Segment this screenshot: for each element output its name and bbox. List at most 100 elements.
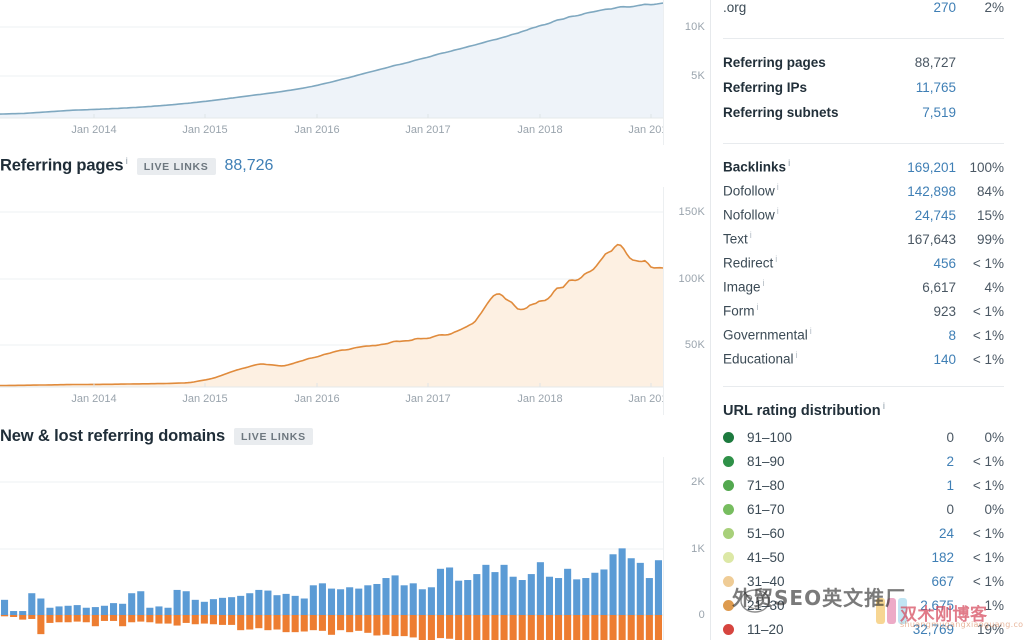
backlink-value[interactable]: 8 xyxy=(880,328,958,343)
url-rating-distribution-title: URL rating distribution i xyxy=(723,401,886,419)
backlink-value[interactable]: 923 xyxy=(880,304,958,319)
info-icon[interactable]: i xyxy=(125,156,128,166)
rating-count[interactable]: 182 xyxy=(882,550,954,565)
backlink-row: Form i 923 < 1% xyxy=(723,302,1004,326)
backlink-label: Backlinks i xyxy=(723,158,791,175)
info-icon[interactable]: i xyxy=(757,302,759,312)
new-lost-chart-block: 2K 1K 0 xyxy=(0,457,710,640)
rating-count[interactable]: 2,675 xyxy=(882,598,954,613)
row-referring-pages: Referring pages 88,727 xyxy=(723,55,1004,80)
ahrefs-backlink-profile-screen: 10K 5K Jan 2014 Jan 2015 Jan 2016 Jan 20… xyxy=(0,0,1024,640)
rating-range-label: 61–70 xyxy=(747,502,785,518)
url-rating-row: 31–40 667 < 1% xyxy=(723,570,1004,594)
referring-pages-count: 88,726 xyxy=(224,157,274,174)
rating-pct: 0% xyxy=(984,430,1004,446)
referring-subnets-value[interactable]: 7,519 xyxy=(880,105,958,120)
backlink-row: Text i 167,643 99% xyxy=(723,230,1004,254)
rating-range-label: 21–30 xyxy=(747,598,785,614)
backlinks-group: Backlinks i 169,201 100% Dofollow i 142,898 84%… xyxy=(723,158,1004,374)
backlink-value[interactable]: 24,745 xyxy=(880,208,958,223)
referring-ips-value[interactable]: 11,765 xyxy=(880,80,958,95)
tld-pct: 2% xyxy=(984,0,1004,15)
row-referring-ips: Referring IPs 11,765 xyxy=(723,80,1004,105)
backlink-row: Nofollow i 24,745 15% xyxy=(723,206,1004,230)
backlink-label: Educational i xyxy=(723,350,798,367)
live-links-badge: LIVE LINKS xyxy=(136,157,216,175)
rating-pct: < 1% xyxy=(972,574,1004,590)
tld-value[interactable]: 270 xyxy=(880,0,958,15)
chart2-xtick-4: Jan 2018 xyxy=(517,393,563,405)
chart2-y-axis: 150K 100K 50K xyxy=(663,187,710,415)
backlink-pct: < 1% xyxy=(972,351,1004,367)
chart1-ytick-5k: 5K xyxy=(691,70,705,82)
info-icon[interactable]: i xyxy=(810,326,812,336)
backlink-value[interactable]: 167,643 xyxy=(880,232,958,247)
rating-count[interactable]: 1 xyxy=(882,478,954,493)
backlink-label: Image i xyxy=(723,278,765,295)
backlink-value[interactable]: 169,201 xyxy=(880,160,958,175)
backlink-value[interactable]: 140 xyxy=(880,352,958,367)
live-links-badge-2: LIVE LINKS xyxy=(234,427,313,445)
chart1-x-axis: Jan 2014 Jan 2015 Jan 2016 Jan 2017 Jan … xyxy=(0,118,673,144)
backlink-pct: 99% xyxy=(976,231,1004,247)
backlink-row: Redirect i 456 < 1% xyxy=(723,254,1004,278)
backlink-pct: 84% xyxy=(976,183,1004,199)
url-rating-row: 61–70 0 0% xyxy=(723,498,1004,522)
backlink-row: Governmental i 8 < 1% xyxy=(723,326,1004,350)
chart1-xtick-1: Jan 2015 xyxy=(182,124,228,136)
rating-range-label: 51–60 xyxy=(747,526,785,542)
rating-pct: < 1% xyxy=(972,454,1004,470)
chart2-ytick-50k: 50K xyxy=(684,339,705,351)
referring-pages-plot xyxy=(0,211,664,388)
info-icon[interactable]: i xyxy=(750,230,752,240)
chart2-xtick-2: Jan 2016 xyxy=(294,393,340,405)
divider-1 xyxy=(723,38,1004,39)
backlink-value[interactable]: 142,898 xyxy=(880,184,958,199)
referring-ips-label: Referring IPs xyxy=(723,80,808,95)
rating-count[interactable]: 32,769 xyxy=(882,622,954,637)
backlink-value[interactable]: 456 xyxy=(880,256,958,271)
info-icon[interactable]: i xyxy=(788,158,791,168)
backlink-value[interactable]: 6,617 xyxy=(880,280,958,295)
referring-pages-section-header: Referring pages i LIVE LINKS 88,726 xyxy=(0,145,710,187)
rating-count[interactable]: 667 xyxy=(882,574,954,589)
backlink-pct: < 1% xyxy=(972,303,1004,319)
info-icon[interactable]: i xyxy=(777,182,779,192)
rating-color-dot-icon xyxy=(723,432,734,444)
backlink-label: Governmental i xyxy=(723,326,812,343)
rating-range-label: 11–20 xyxy=(747,622,784,638)
backlink-pct: 15% xyxy=(976,207,1004,223)
info-icon[interactable]: i xyxy=(775,254,777,264)
new-lost-chart[interactable] xyxy=(0,457,710,640)
chart2-xtick-1: Jan 2015 xyxy=(182,393,228,405)
info-icon[interactable]: i xyxy=(796,350,798,360)
rating-count: 0 xyxy=(946,502,954,518)
rating-pct: < 1% xyxy=(972,478,1004,494)
chart1-xtick-4: Jan 2018 xyxy=(517,124,563,136)
referring-pages-title: Referring pages i xyxy=(0,156,128,175)
backlink-row: Dofollow i 142,898 84% xyxy=(723,182,1004,206)
rating-count: 0 xyxy=(946,430,954,446)
info-icon[interactable]: i xyxy=(763,278,765,288)
backlink-pct: 4% xyxy=(984,279,1004,295)
info-icon[interactable]: i xyxy=(883,401,886,411)
referring-pages-chart[interactable] xyxy=(0,187,710,415)
rating-count[interactable]: 2 xyxy=(882,454,954,469)
rating-pct: 0% xyxy=(984,502,1004,518)
info-icon[interactable]: i xyxy=(777,206,779,216)
referring-domains-chart-block: 10K 5K Jan 2014 Jan 2015 Jan 2016 Jan 20… xyxy=(0,0,710,145)
backlink-row: Educational i 140 < 1% xyxy=(723,350,1004,374)
rating-range-label: 41–50 xyxy=(747,550,785,566)
tld-label: .org xyxy=(723,0,747,15)
referring-pages-value: 88,727 xyxy=(914,55,956,70)
rating-color-dot-icon xyxy=(723,504,734,516)
rating-count[interactable]: 24 xyxy=(882,526,954,541)
chart1-xtick-3: Jan 2017 xyxy=(405,124,451,136)
rating-color-dot-icon xyxy=(723,456,734,468)
backlink-pct: < 1% xyxy=(972,327,1004,343)
new-lost-title: New & lost referring domains xyxy=(0,426,226,445)
backlink-pct: 100% xyxy=(969,159,1004,175)
backlink-label: Text i xyxy=(723,230,752,247)
rating-range-label: 31–40 xyxy=(747,574,785,590)
rating-color-dot-icon xyxy=(723,576,734,588)
